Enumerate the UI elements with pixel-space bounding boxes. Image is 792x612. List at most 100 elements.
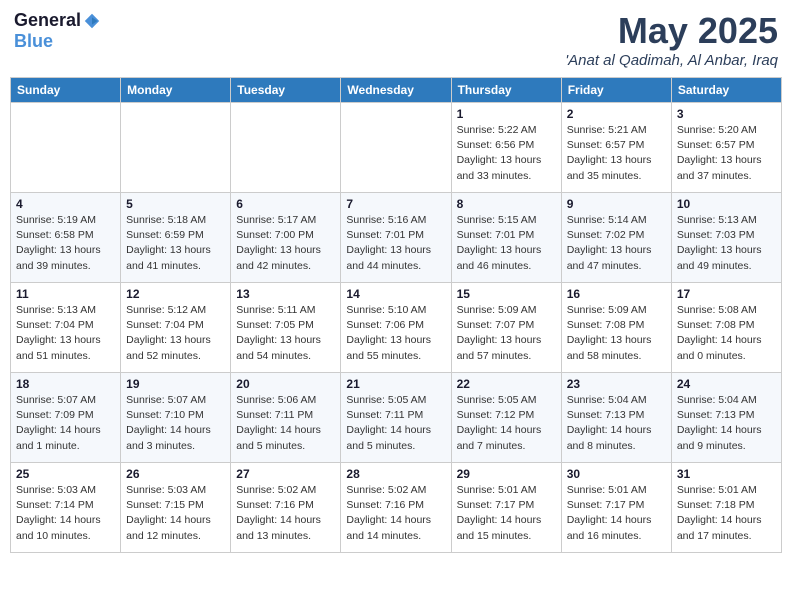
- calendar-cell: [341, 103, 451, 193]
- calendar-week-row: 1Sunrise: 5:22 AM Sunset: 6:56 PM Daylig…: [11, 103, 782, 193]
- day-number: 29: [457, 467, 556, 481]
- day-number: 24: [677, 377, 776, 391]
- day-number: 31: [677, 467, 776, 481]
- day-number: 23: [567, 377, 666, 391]
- day-number: 30: [567, 467, 666, 481]
- logo: General Blue: [14, 10, 101, 52]
- day-detail: Sunrise: 5:08 AM Sunset: 7:08 PM Dayligh…: [677, 303, 776, 364]
- title-block: May 2025 'Anat al Qadimah, Al Anbar, Ira…: [565, 10, 778, 69]
- calendar-week-row: 18Sunrise: 5:07 AM Sunset: 7:09 PM Dayli…: [11, 373, 782, 463]
- day-detail: Sunrise: 5:06 AM Sunset: 7:11 PM Dayligh…: [236, 393, 335, 454]
- calendar-cell: [121, 103, 231, 193]
- calendar-cell: 18Sunrise: 5:07 AM Sunset: 7:09 PM Dayli…: [11, 373, 121, 463]
- day-detail: Sunrise: 5:21 AM Sunset: 6:57 PM Dayligh…: [567, 123, 666, 184]
- calendar-body: 1Sunrise: 5:22 AM Sunset: 6:56 PM Daylig…: [11, 103, 782, 553]
- calendar-cell: 28 Sunrise: 5:02 AM Sunset: 7:16 PM Dayli…: [341, 463, 451, 553]
- day-number: 15: [457, 287, 556, 301]
- calendar-week-row: 25 Sunrise: 5:03 AM Sunset: 7:14 PM Dayli…: [11, 463, 782, 553]
- calendar-cell: 31 Sunrise: 5:01 AM Sunset: 7:18 PM Dayli…: [671, 463, 781, 553]
- calendar-cell: 23Sunrise: 5:04 AM Sunset: 7:13 PM Dayli…: [561, 373, 671, 463]
- day-detail: Sunrise: 5:14 AM Sunset: 7:02 PM Dayligh…: [567, 213, 666, 274]
- calendar-cell: 20 Sunrise: 5:06 AM Sunset: 7:11 PM Dayli…: [231, 373, 341, 463]
- day-number: 1: [457, 107, 556, 121]
- day-of-week-header: Monday: [121, 78, 231, 103]
- day-number: 12: [126, 287, 225, 301]
- day-number: 18: [16, 377, 115, 391]
- calendar-cell: 3Sunrise: 5:20 AM Sunset: 6:57 PM Daylig…: [671, 103, 781, 193]
- calendar-cell: 9Sunrise: 5:14 AM Sunset: 7:02 PM Daylig…: [561, 193, 671, 283]
- day-number: 4: [16, 197, 115, 211]
- day-number: 19: [126, 377, 225, 391]
- day-detail: Sunrise: 5:11 AM Sunset: 7:05 PM Dayligh…: [236, 303, 335, 364]
- calendar-cell: [231, 103, 341, 193]
- day-of-week-header: Friday: [561, 78, 671, 103]
- day-number: 17: [677, 287, 776, 301]
- calendar-cell: 13 Sunrise: 5:11 AM Sunset: 7:05 PM Dayli…: [231, 283, 341, 373]
- day-number: 25: [16, 467, 115, 481]
- day-number: 28: [346, 467, 445, 481]
- calendar-cell: [11, 103, 121, 193]
- logo-general-text: General: [14, 10, 81, 31]
- calendar-cell: 6 Sunrise: 5:17 AM Sunset: 7:00 PM Daylig…: [231, 193, 341, 283]
- calendar-cell: 27 Sunrise: 5:02 AM Sunset: 7:16 PM Dayli…: [231, 463, 341, 553]
- day-detail: Sunrise: 5:01 AM Sunset: 7:17 PM Dayligh…: [567, 483, 666, 544]
- day-detail: Sunrise: 5:16 AM Sunset: 7:01 PM Dayligh…: [346, 213, 445, 274]
- calendar-cell: 14 Sunrise: 5:10 AM Sunset: 7:06 PM Dayli…: [341, 283, 451, 373]
- logo-blue-text: Blue: [14, 31, 53, 52]
- day-detail: Sunrise: 5:07 AM Sunset: 7:10 PM Dayligh…: [126, 393, 225, 454]
- month-title: May 2025: [565, 10, 778, 52]
- calendar-cell: 22Sunrise: 5:05 AM Sunset: 7:12 PM Dayli…: [451, 373, 561, 463]
- day-number: 5: [126, 197, 225, 211]
- calendar-week-row: 11Sunrise: 5:13 AM Sunset: 7:04 PM Dayli…: [11, 283, 782, 373]
- day-detail: Sunrise: 5:17 AM Sunset: 7:00 PM Dayligh…: [236, 213, 335, 274]
- day-number: 2: [567, 107, 666, 121]
- calendar-cell: 15Sunrise: 5:09 AM Sunset: 7:07 PM Dayli…: [451, 283, 561, 373]
- calendar-cell: 17 Sunrise: 5:08 AM Sunset: 7:08 PM Dayli…: [671, 283, 781, 373]
- day-number: 8: [457, 197, 556, 211]
- day-number: 27: [236, 467, 335, 481]
- day-number: 13: [236, 287, 335, 301]
- day-detail: Sunrise: 5:20 AM Sunset: 6:57 PM Dayligh…: [677, 123, 776, 184]
- day-number: 20: [236, 377, 335, 391]
- calendar-cell: 16Sunrise: 5:09 AM Sunset: 7:08 PM Dayli…: [561, 283, 671, 373]
- day-of-week-header: Saturday: [671, 78, 781, 103]
- day-detail: Sunrise: 5:09 AM Sunset: 7:08 PM Dayligh…: [567, 303, 666, 364]
- page-header: General Blue May 2025 'Anat al Qadimah, …: [10, 10, 782, 69]
- calendar-cell: 7 Sunrise: 5:16 AM Sunset: 7:01 PM Daylig…: [341, 193, 451, 283]
- day-number: 22: [457, 377, 556, 391]
- day-detail: Sunrise: 5:01 AM Sunset: 7:18 PM Dayligh…: [677, 483, 776, 544]
- day-detail: Sunrise: 5:02 AM Sunset: 7:16 PM Dayligh…: [236, 483, 335, 544]
- calendar-cell: 4 Sunrise: 5:19 AM Sunset: 6:58 PM Daylig…: [11, 193, 121, 283]
- calendar-cell: 30 Sunrise: 5:01 AM Sunset: 7:17 PM Dayli…: [561, 463, 671, 553]
- day-of-week-header: Sunday: [11, 78, 121, 103]
- logo-icon: [83, 12, 101, 30]
- calendar-header: SundayMondayTuesdayWednesdayThursdayFrid…: [11, 78, 782, 103]
- day-detail: Sunrise: 5:10 AM Sunset: 7:06 PM Dayligh…: [346, 303, 445, 364]
- day-detail: Sunrise: 5:04 AM Sunset: 7:13 PM Dayligh…: [677, 393, 776, 454]
- day-number: 14: [346, 287, 445, 301]
- day-detail: Sunrise: 5:13 AM Sunset: 7:03 PM Dayligh…: [677, 213, 776, 274]
- day-number: 26: [126, 467, 225, 481]
- day-number: 21: [346, 377, 445, 391]
- day-detail: Sunrise: 5:15 AM Sunset: 7:01 PM Dayligh…: [457, 213, 556, 274]
- calendar-table: SundayMondayTuesdayWednesdayThursdayFrid…: [10, 77, 782, 553]
- location-title: 'Anat al Qadimah, Al Anbar, Iraq: [565, 52, 778, 69]
- calendar-cell: 12Sunrise: 5:12 AM Sunset: 7:04 PM Dayli…: [121, 283, 231, 373]
- day-detail: Sunrise: 5:01 AM Sunset: 7:17 PM Dayligh…: [457, 483, 556, 544]
- calendar-cell: 19 Sunrise: 5:07 AM Sunset: 7:10 PM Dayli…: [121, 373, 231, 463]
- calendar-cell: 10Sunrise: 5:13 AM Sunset: 7:03 PM Dayli…: [671, 193, 781, 283]
- day-detail: Sunrise: 5:18 AM Sunset: 6:59 PM Dayligh…: [126, 213, 225, 274]
- day-number: 7: [346, 197, 445, 211]
- day-detail: Sunrise: 5:03 AM Sunset: 7:15 PM Dayligh…: [126, 483, 225, 544]
- calendar-cell: 11Sunrise: 5:13 AM Sunset: 7:04 PM Dayli…: [11, 283, 121, 373]
- day-number: 6: [236, 197, 335, 211]
- day-detail: Sunrise: 5:02 AM Sunset: 7:16 PM Dayligh…: [346, 483, 445, 544]
- day-number: 11: [16, 287, 115, 301]
- day-detail: Sunrise: 5:19 AM Sunset: 6:58 PM Dayligh…: [16, 213, 115, 274]
- calendar-cell: 26 Sunrise: 5:03 AM Sunset: 7:15 PM Dayli…: [121, 463, 231, 553]
- calendar-cell: 25 Sunrise: 5:03 AM Sunset: 7:14 PM Dayli…: [11, 463, 121, 553]
- calendar-cell: 5 Sunrise: 5:18 AM Sunset: 6:59 PM Daylig…: [121, 193, 231, 283]
- calendar-cell: 29 Sunrise: 5:01 AM Sunset: 7:17 PM Dayli…: [451, 463, 561, 553]
- day-of-week-header: Tuesday: [231, 78, 341, 103]
- day-detail: Sunrise: 5:03 AM Sunset: 7:14 PM Dayligh…: [16, 483, 115, 544]
